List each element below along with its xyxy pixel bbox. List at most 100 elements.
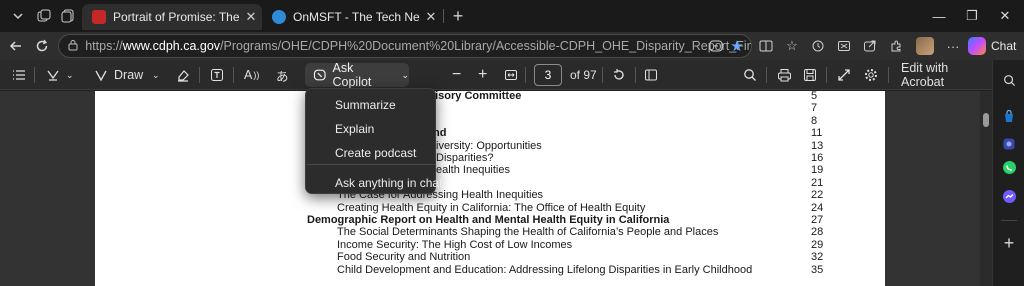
favorites-icon[interactable]: ☆ [782,36,802,56]
toc-row[interactable]: ealth Inequities 19 [95,164,885,177]
toc-entry-title: Child Development and Education: Address… [337,263,753,276]
menu-divider [307,164,435,165]
pdf-viewer[interactable]: visory Committee 5 7 8nd 11 iversity: Opportu… [0,91,992,286]
avatar [916,37,934,55]
url-text[interactable]: https://www.cdph.ca.gov/Programs/OHE/CDP… [85,39,751,53]
toolbar-divider [525,67,526,83]
toolbar-divider [602,67,603,83]
copilot-chat-button[interactable]: Chat [968,35,1020,57]
tab-portrait-of-promise[interactable]: Portrait of Promise: The California ✕ [82,4,262,30]
rotate-icon[interactable] [612,65,626,85]
settings-gear-icon[interactable] [864,65,878,85]
minimize-button[interactable]: — [924,6,954,26]
toc-entry-page: 13 [811,139,824,152]
toolbar-divider [888,67,889,83]
translate-glyph: あ [276,69,289,84]
messenger-icon[interactable] [999,186,1019,206]
pdf-toolbar: ⌄ Draw ⌄ A)) あ Ask Copilot ⌄ − + 3 of 97 [0,60,992,90]
highlight-dropdown-icon[interactable]: ⌄ [66,65,74,85]
fullscreen-icon[interactable] [837,65,851,85]
close-tab-icon[interactable]: ✕ [420,9,442,25]
toc-row[interactable]: visory Committee 5 [95,91,885,103]
toolbar-divider [233,67,234,83]
contents-icon[interactable] [12,65,26,85]
address-toolbar: https://www.cdph.ca.gov/Programs/OHE/CDP… [0,32,1024,60]
toc-row[interactable]: Income Security: The High Cost of Low In… [95,239,885,252]
text-box-icon[interactable] [210,65,224,85]
restore-button[interactable]: ❐ [957,6,987,26]
menu-item-summarize[interactable]: Summarize [335,98,396,112]
vertical-scrollbar[interactable] [980,91,992,286]
toc-row[interactable]: nd 11 [95,127,885,140]
add-sidebar-app-button[interactable]: + [999,233,1019,253]
menu-item-explain[interactable]: Explain [335,122,374,136]
erase-icon[interactable] [176,65,190,85]
tab-actions-chevron-icon[interactable] [6,5,30,27]
toc-entry-page: 7 [811,102,818,115]
chat-label: Chat [991,39,1017,53]
whatsapp-icon[interactable] [999,157,1019,177]
toc-entry-title: The Social Determinants Shaping the Heal… [337,226,719,239]
ask-copilot-button[interactable]: Ask Copilot ⌄ [305,61,409,89]
site-info-icon[interactable] [65,39,81,54]
tools-icon[interactable] [999,134,1019,154]
close-window-button[interactable]: ✕ [990,6,1020,26]
tab-onmsft[interactable]: OnMSFT - The Tech News Site ✕ [262,4,442,30]
toc-row[interactable]: iversity: Opportunities 13 [95,140,885,153]
extensions-icon[interactable] [886,36,906,56]
toc-row[interactable]: The Social Determinants Shaping the Heal… [95,226,885,239]
highlight-icon[interactable] [46,65,60,85]
scrollbar-thumb[interactable] [983,113,989,127]
toc-row[interactable]: 7 [95,102,885,115]
workspaces-icon[interactable] [32,5,56,27]
new-tab-button[interactable]: + [446,5,470,27]
more-options-icon[interactable]: ··· [943,36,963,56]
zoom-in-button[interactable]: + [478,65,487,85]
translate-icon[interactable]: あ [276,65,289,85]
toc-row[interactable]: The Case for Addressing Health Inequitie… [95,189,885,202]
toc-row[interactable]: Creating Health Equity in California: Th… [95,202,885,215]
print-icon[interactable] [777,65,792,85]
tab-title: Portrait of Promise: The California [113,10,240,24]
toc-entry-page: 21 [811,176,824,189]
shopping-bag-icon[interactable] [999,106,1019,126]
search-icon[interactable] [743,65,757,85]
draw-dropdown-icon[interactable]: ⌄ [152,65,160,85]
toc-row[interactable]: Disparities? 16 [95,152,885,165]
toc-row[interactable]: Demographic Report on Health and Mental … [95,214,885,227]
favorite-star-icon[interactable]: ★ [727,36,747,56]
address-bar[interactable]: https://www.cdph.ca.gov/Programs/OHE/CDP… [58,34,752,58]
sidebar-divider [1001,220,1017,221]
url-scheme: https:// [85,39,123,53]
toc-row[interactable]: Health in All Policies21 [95,177,885,190]
menu-item-create-podcast[interactable]: Create podcast [335,146,416,160]
read-aloud-icon[interactable]: A)) [244,65,259,85]
menu-item-ask-anything[interactable]: Ask anything in chat [335,176,442,190]
url-host: www.cdph.ca.gov [122,39,221,53]
save-icon[interactable] [803,65,817,85]
zoom-out-button[interactable]: − [452,65,461,85]
draw-pen-icon [95,70,107,82]
toc-row[interactable]: Child Development and Education: Address… [95,264,885,277]
edit-with-acrobat-button[interactable]: Edit with Acrobat [901,61,992,89]
fit-page-icon[interactable] [504,65,518,85]
toc-row[interactable]: Food Security and Nutrition 32 [95,251,885,264]
toc-row[interactable]: 8 [95,115,885,128]
collections-icon[interactable] [56,5,80,27]
search-icon[interactable] [999,70,1019,90]
share-icon[interactable] [860,36,880,56]
page-number-input[interactable]: 3 [534,64,562,86]
page-view-icon[interactable] [644,65,658,85]
split-screen-icon[interactable] [756,36,776,56]
toc-entry-page: 19 [811,164,824,177]
toolbar-divider [766,67,767,83]
back-button[interactable] [5,36,27,56]
copilot-page-icon[interactable] [706,36,726,56]
draw-button[interactable]: Draw [94,65,143,85]
history-icon[interactable] [808,36,828,56]
refresh-button[interactable] [31,36,53,56]
profile-avatar[interactable] [914,36,936,56]
close-tab-icon[interactable]: ✕ [240,9,262,25]
screenshot-icon[interactable] [834,36,854,56]
toc-entry-title: Disparities? [436,152,494,164]
